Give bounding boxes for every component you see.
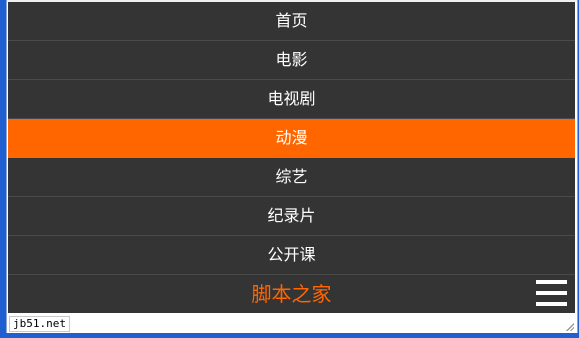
hamburger-line-bottom xyxy=(536,302,567,306)
brand-title[interactable]: 脚本之家 xyxy=(8,275,575,313)
menu-item-variety[interactable]: 综艺 xyxy=(8,158,575,197)
status-strip: jb51.net xyxy=(7,313,577,333)
menu-item-open-course[interactable]: 公开课 xyxy=(8,236,575,275)
menu-item-documentary[interactable]: 纪录片 xyxy=(8,197,575,236)
menu-item-home[interactable]: 首页 xyxy=(8,2,575,41)
menu-item-movies[interactable]: 电影 xyxy=(8,41,575,80)
resize-grip-icon[interactable] xyxy=(565,322,574,331)
watermark-label: jb51.net xyxy=(9,316,70,332)
browser-viewport: 首页 电影 电视剧 动漫 综艺 纪录片 公开课 脚本之家 jb51.net xyxy=(6,0,578,333)
window-frame-bottom xyxy=(0,333,579,338)
footer-bar: 脚本之家 xyxy=(8,275,575,313)
nav-menu: 首页 电影 电视剧 动漫 综艺 纪录片 公开课 xyxy=(8,2,575,275)
hamburger-line-middle xyxy=(536,291,567,295)
menu-item-anime[interactable]: 动漫 xyxy=(8,119,575,158)
hamburger-line-top xyxy=(536,280,567,284)
menu-item-tv-series[interactable]: 电视剧 xyxy=(8,80,575,119)
hamburger-menu-icon[interactable] xyxy=(536,280,567,308)
